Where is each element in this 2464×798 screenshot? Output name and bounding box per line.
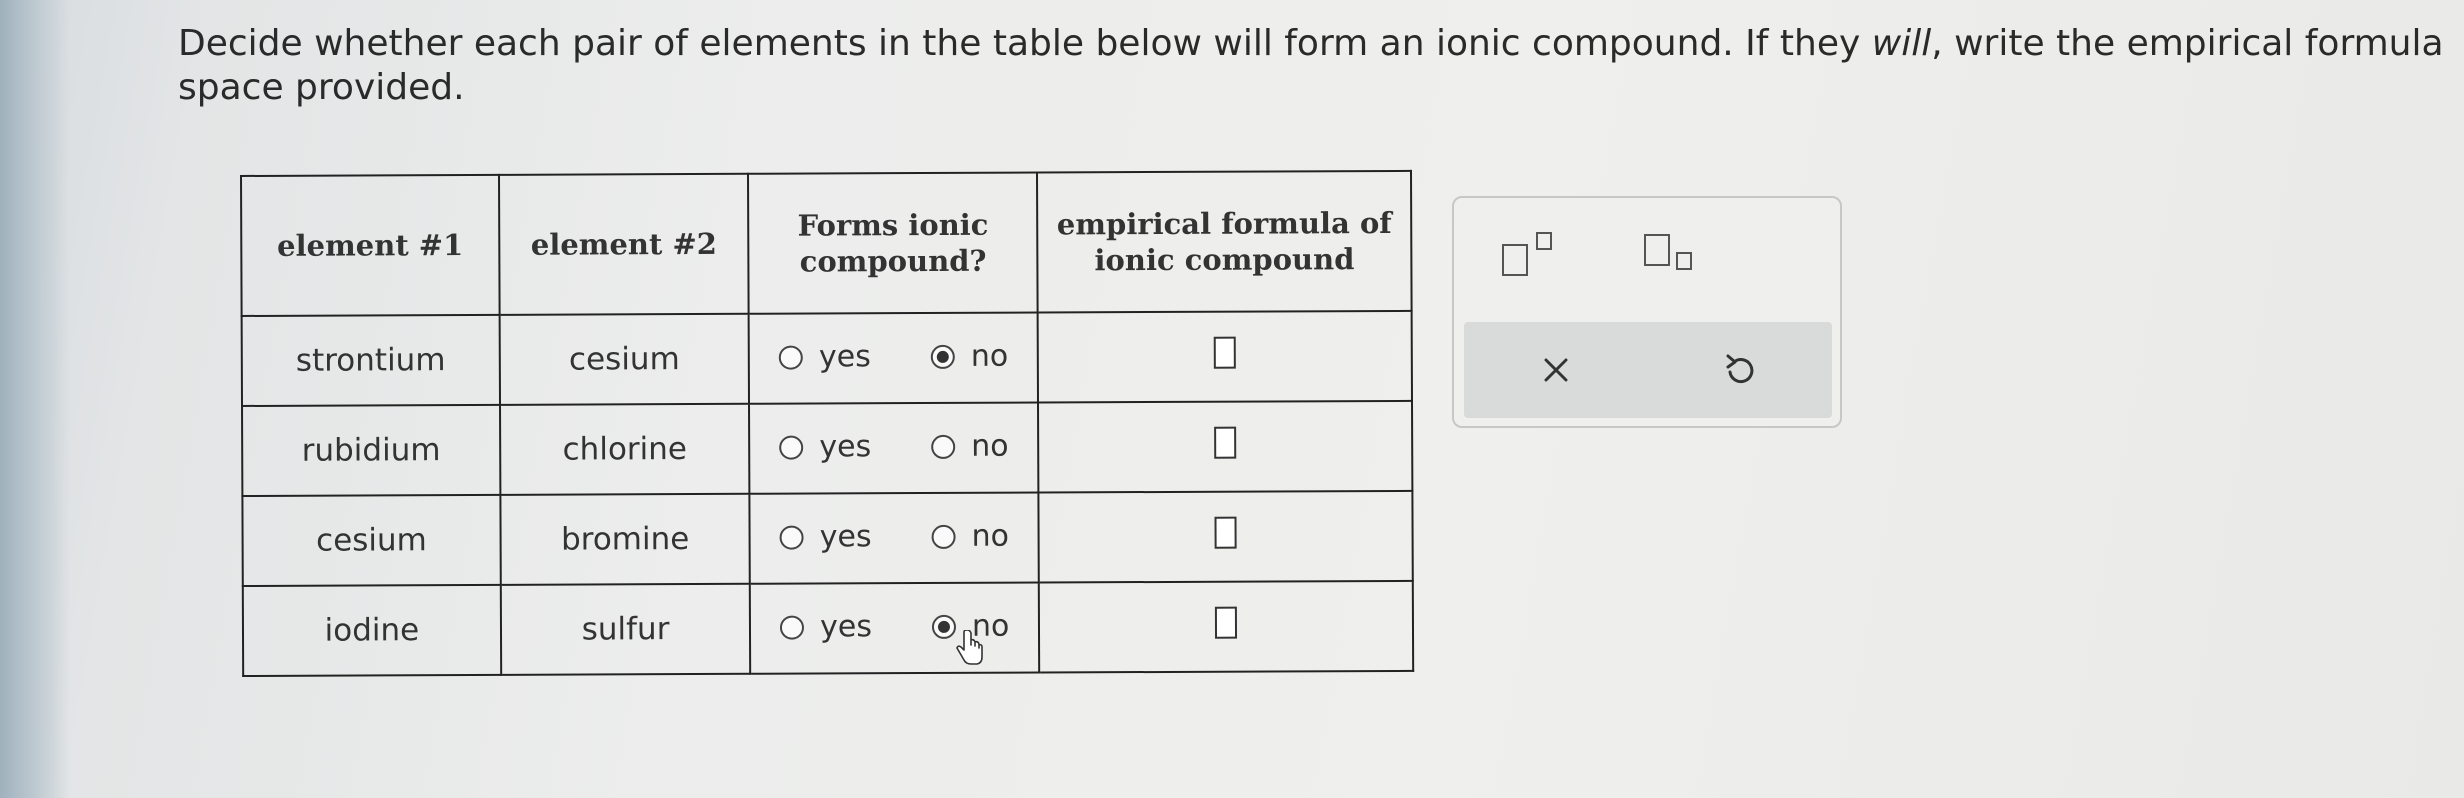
yes-radio[interactable] — [780, 615, 805, 640]
ionic-choice-cell: yes no — [749, 402, 1039, 494]
table-row: rubidium chlorine yes no — [242, 400, 1413, 496]
yes-radio[interactable] — [778, 345, 803, 370]
ionic-choice-cell: yes no — [748, 312, 1039, 404]
action-toolbar — [1464, 322, 1832, 418]
no-option[interactable]: no — [931, 429, 1009, 464]
hand-cursor-icon — [956, 630, 983, 665]
yes-option[interactable]: yes — [778, 339, 871, 375]
yes-option[interactable]: yes — [780, 609, 873, 645]
formula-cell — [1038, 490, 1413, 583]
format-toolbar — [1454, 198, 1840, 308]
header-forms-ionic: Forms ionic compound? — [748, 172, 1038, 314]
formula-input[interactable] — [1214, 606, 1238, 639]
no-option[interactable]: no — [931, 519, 1009, 554]
formula-input[interactable] — [1214, 516, 1237, 549]
element-1-cell: strontium — [241, 314, 500, 406]
formula-cell — [1038, 400, 1413, 493]
element-2-cell: cesium — [499, 313, 750, 405]
table-header-row: element #1 element #2 Forms ionic compou… — [241, 170, 1412, 316]
element-2-cell: sulfur — [500, 583, 751, 675]
formula-cell — [1038, 580, 1414, 673]
instructions-emphasis: will — [1871, 23, 1932, 64]
formula-cell — [1037, 310, 1412, 403]
instructions-line-2: space provided. — [178, 67, 465, 108]
yes-radio[interactable] — [779, 435, 804, 460]
element-1-cell: iodine — [242, 584, 501, 676]
no-radio[interactable] — [930, 344, 955, 369]
no-radio[interactable] — [931, 524, 956, 549]
no-label: no — [970, 338, 1009, 375]
radio-group: yes no — [779, 429, 1009, 465]
no-option[interactable]: no — [930, 338, 1009, 375]
no-label: no — [971, 518, 1010, 555]
yes-label: yes — [819, 519, 872, 555]
radio-group: yes no — [779, 519, 1009, 555]
clear-button[interactable] — [1532, 346, 1580, 394]
yes-option[interactable]: yes — [779, 519, 872, 555]
background-edge — [0, 0, 70, 798]
formula-tool-panel — [1452, 196, 1842, 428]
undo-icon — [1726, 354, 1754, 384]
no-radio[interactable] — [931, 434, 956, 459]
table-row: strontium cesium yes no — [241, 310, 1412, 406]
close-icon — [1544, 358, 1568, 382]
formula-input[interactable] — [1213, 336, 1236, 369]
yes-option[interactable]: yes — [779, 429, 872, 465]
ionic-choice-cell: yes no — [750, 582, 1040, 674]
table-row: iodine sulfur yes no — [242, 580, 1414, 676]
element-2-cell: bromine — [500, 493, 751, 585]
header-empirical-formula: empirical formula of ionic compound — [1037, 170, 1412, 313]
table-row: cesium bromine yes no — [242, 490, 1413, 586]
header-element-1: element #1 — [241, 174, 500, 316]
superscript-button[interactable] — [1502, 228, 1566, 278]
instructions-line-1: Decide whether each pair of elements in … — [178, 22, 2448, 66]
element-2-cell: chlorine — [499, 403, 750, 495]
header-element-2: element #2 — [498, 173, 749, 315]
radio-group: yes no — [778, 338, 1009, 375]
instructions-text: Decide whether each pair of elements in … — [178, 22, 2448, 110]
element-1-cell: rubidium — [242, 404, 501, 496]
yes-radio[interactable] — [779, 525, 804, 550]
yes-label: yes — [818, 339, 871, 375]
no-radio[interactable] — [931, 614, 957, 639]
element-1-cell: cesium — [242, 494, 501, 586]
yes-label: yes — [820, 609, 873, 645]
yes-label: yes — [819, 429, 872, 465]
subscript-button[interactable] — [1644, 228, 1708, 278]
instructions-line-1-part-1: Decide whether each pair of elements in … — [178, 23, 1872, 64]
elements-table: element #1 element #2 Forms ionic compou… — [240, 170, 1414, 677]
formula-input[interactable] — [1214, 426, 1237, 459]
undo-button[interactable] — [1716, 346, 1764, 394]
ionic-choice-cell: yes no — [749, 492, 1039, 584]
instructions-line-1-part-2: , write the empirical formula of the com… — [1931, 23, 2448, 64]
no-label: no — [971, 428, 1009, 465]
